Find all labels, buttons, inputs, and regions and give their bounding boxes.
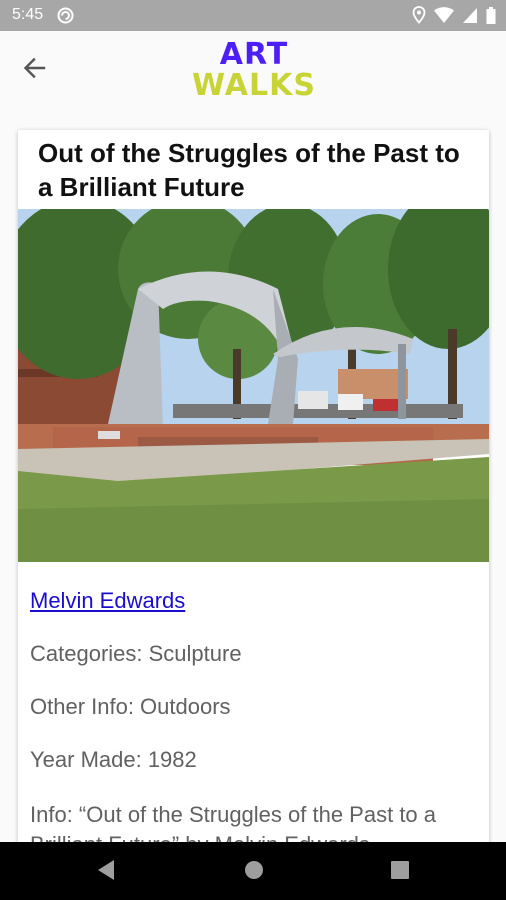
- artist-link[interactable]: Melvin Edwards: [30, 588, 185, 614]
- signal-icon: [463, 7, 477, 23]
- app-notification-icon: [57, 7, 74, 24]
- nav-recents-icon[interactable]: [389, 858, 411, 882]
- status-icons: [412, 6, 496, 24]
- svg-text:WALKS: WALKS: [192, 68, 316, 99]
- artwork-card: Out of the Struggles of the Past to a Br…: [18, 130, 489, 850]
- location-icon: [412, 6, 426, 24]
- categories-text: Categories: Sculpture: [30, 641, 242, 666]
- status-time: 5:45: [12, 6, 44, 23]
- wifi-icon: [434, 6, 454, 23]
- svg-text:ART: ART: [220, 37, 288, 72]
- nav-back-icon[interactable]: [96, 858, 116, 882]
- nav-home-icon[interactable]: [243, 858, 265, 882]
- other-info-text: Other Info: Outdoors: [30, 694, 231, 719]
- battery-icon: [486, 6, 496, 24]
- status-bar: 5:45: [0, 0, 506, 31]
- artwork-photo: [18, 209, 489, 562]
- artwork-title: Out of the Struggles of the Past to a Br…: [38, 138, 460, 202]
- back-arrow-icon[interactable]: [20, 53, 50, 83]
- art-walks-logo: ART WALKS: [192, 37, 316, 99]
- navigation-bar: [0, 842, 506, 900]
- app-bar: ART WALKS: [0, 31, 506, 106]
- year-made-text: Year Made: 1982: [30, 747, 197, 772]
